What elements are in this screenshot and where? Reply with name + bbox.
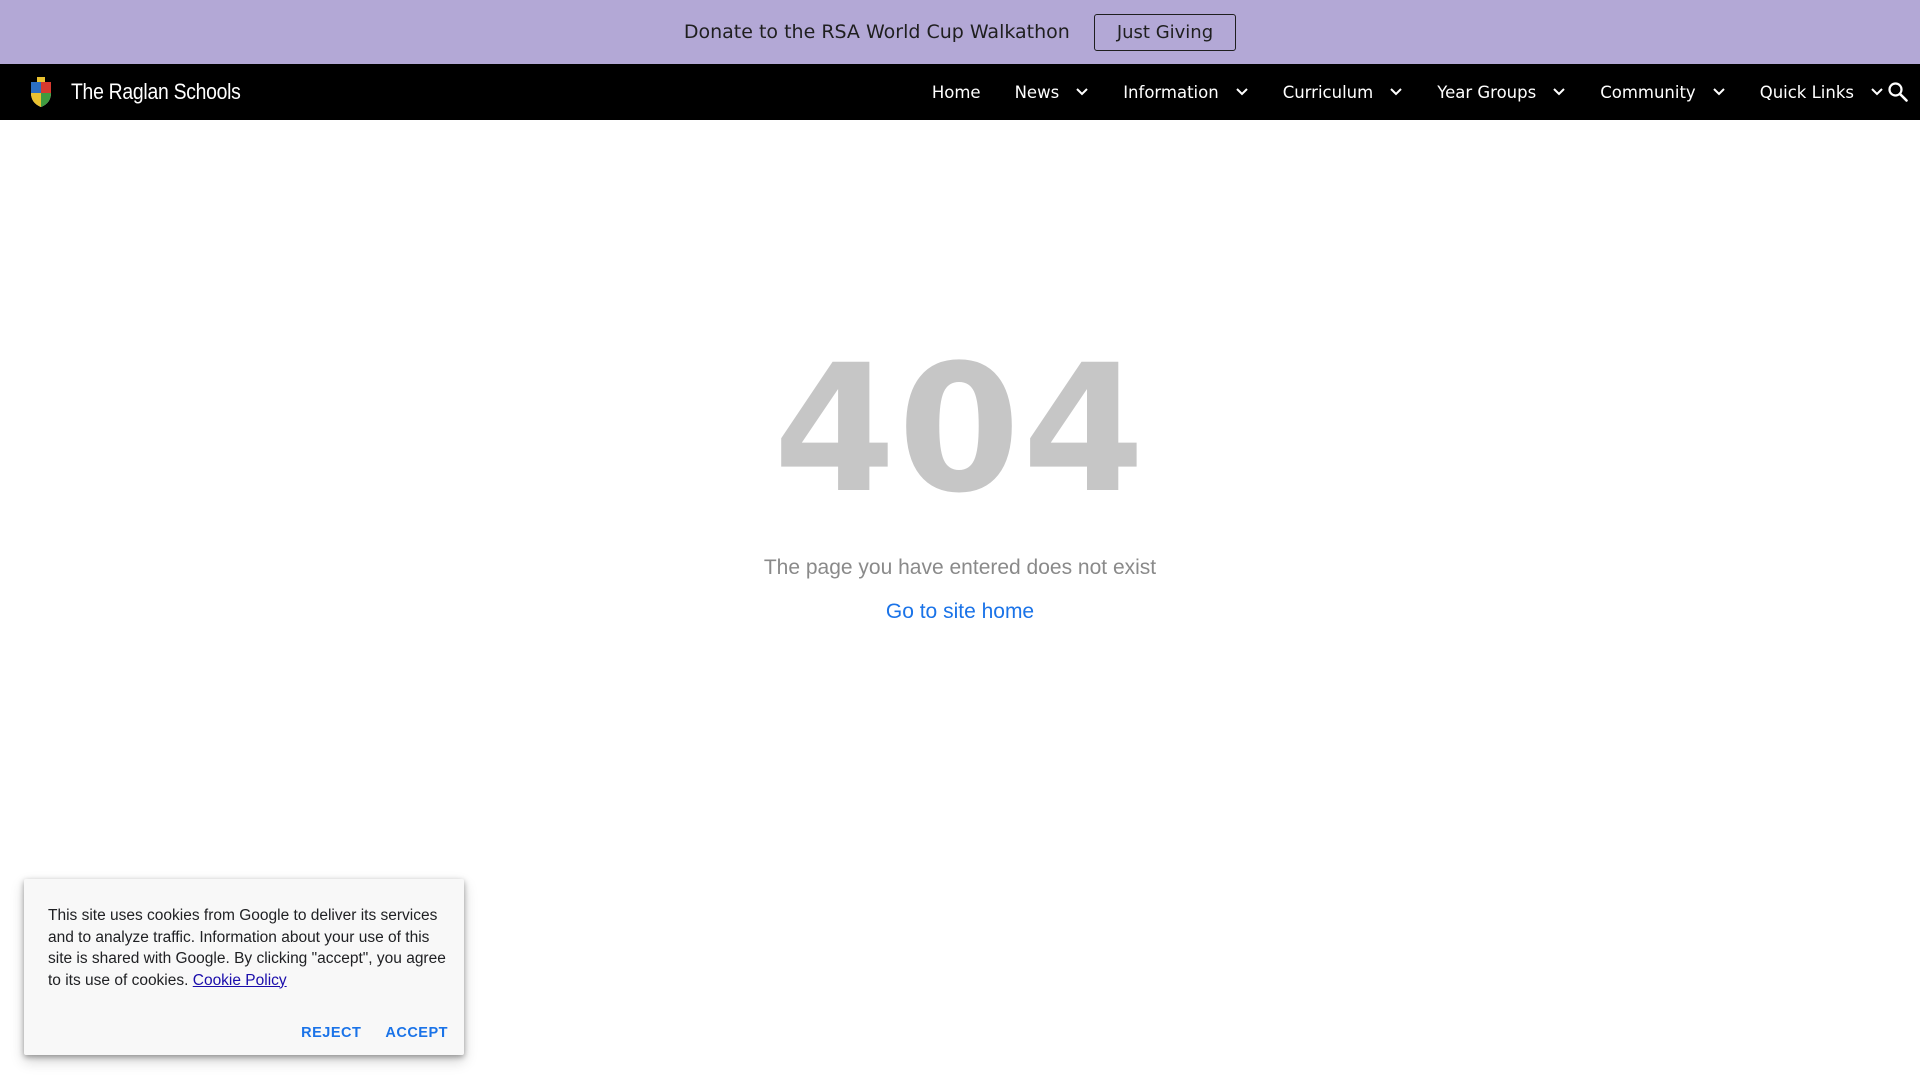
chevron-down-icon[interactable] bbox=[1389, 85, 1403, 99]
nav-item-label: Quick Links bbox=[1759, 82, 1854, 102]
top-navigation: The Raglan Schools Home News Information… bbox=[0, 64, 1920, 120]
cookie-consent-dialog: This site uses cookies from Google to de… bbox=[24, 879, 464, 1055]
nav-item-label: Curriculum bbox=[1282, 82, 1374, 102]
just-giving-button[interactable]: Just Giving bbox=[1093, 13, 1237, 51]
site-title[interactable]: The Raglan Schools bbox=[71, 64, 241, 120]
chevron-down-icon[interactable] bbox=[1075, 85, 1089, 99]
nav-menu: Home News Information Curriculum Year Gr… bbox=[932, 64, 1884, 120]
go-to-site-home-link[interactable]: Go to site home bbox=[886, 600, 1034, 623]
reject-button[interactable]: REJECT bbox=[301, 1025, 361, 1041]
nav-item-information[interactable]: Information bbox=[1123, 64, 1249, 120]
cookie-actions: REJECT ACCEPT bbox=[301, 1025, 448, 1041]
nav-item-news[interactable]: News bbox=[1015, 64, 1090, 120]
nav-item-label: Information bbox=[1123, 82, 1219, 102]
chevron-down-icon[interactable] bbox=[1235, 85, 1249, 99]
nav-item-label: Home bbox=[931, 82, 981, 102]
accept-button[interactable]: ACCEPT bbox=[385, 1025, 448, 1041]
banner-text: Donate to the RSA World Cup Walkathon bbox=[683, 21, 1070, 43]
nav-item-label: News bbox=[1014, 82, 1060, 102]
nav-item-home[interactable]: Home bbox=[932, 64, 981, 120]
chevron-down-icon[interactable] bbox=[1552, 85, 1566, 99]
cookie-message: This site uses cookies from Google to de… bbox=[48, 905, 448, 991]
cookie-policy-link[interactable]: Cookie Policy bbox=[193, 972, 287, 989]
nav-item-label: Community bbox=[1600, 82, 1696, 102]
chevron-down-icon[interactable] bbox=[1870, 85, 1884, 99]
nav-item-label: Year Groups bbox=[1437, 82, 1537, 102]
nav-item-curriculum[interactable]: Curriculum bbox=[1283, 64, 1403, 120]
nav-item-year-groups[interactable]: Year Groups bbox=[1437, 64, 1566, 120]
school-crest-logo[interactable] bbox=[28, 76, 54, 108]
error-message: The page you have entered does not exist bbox=[763, 556, 1157, 579]
chevron-down-icon[interactable] bbox=[1712, 85, 1726, 99]
nav-item-quick-links[interactable]: Quick Links bbox=[1760, 64, 1884, 120]
error-code: 404 bbox=[773, 327, 1147, 532]
home-link-container: Go to site home bbox=[0, 600, 1920, 624]
nav-item-community[interactable]: Community bbox=[1600, 64, 1726, 120]
search-icon[interactable] bbox=[1886, 80, 1910, 104]
announcement-banner: Donate to the RSA World Cup Walkathon Ju… bbox=[0, 0, 1920, 64]
